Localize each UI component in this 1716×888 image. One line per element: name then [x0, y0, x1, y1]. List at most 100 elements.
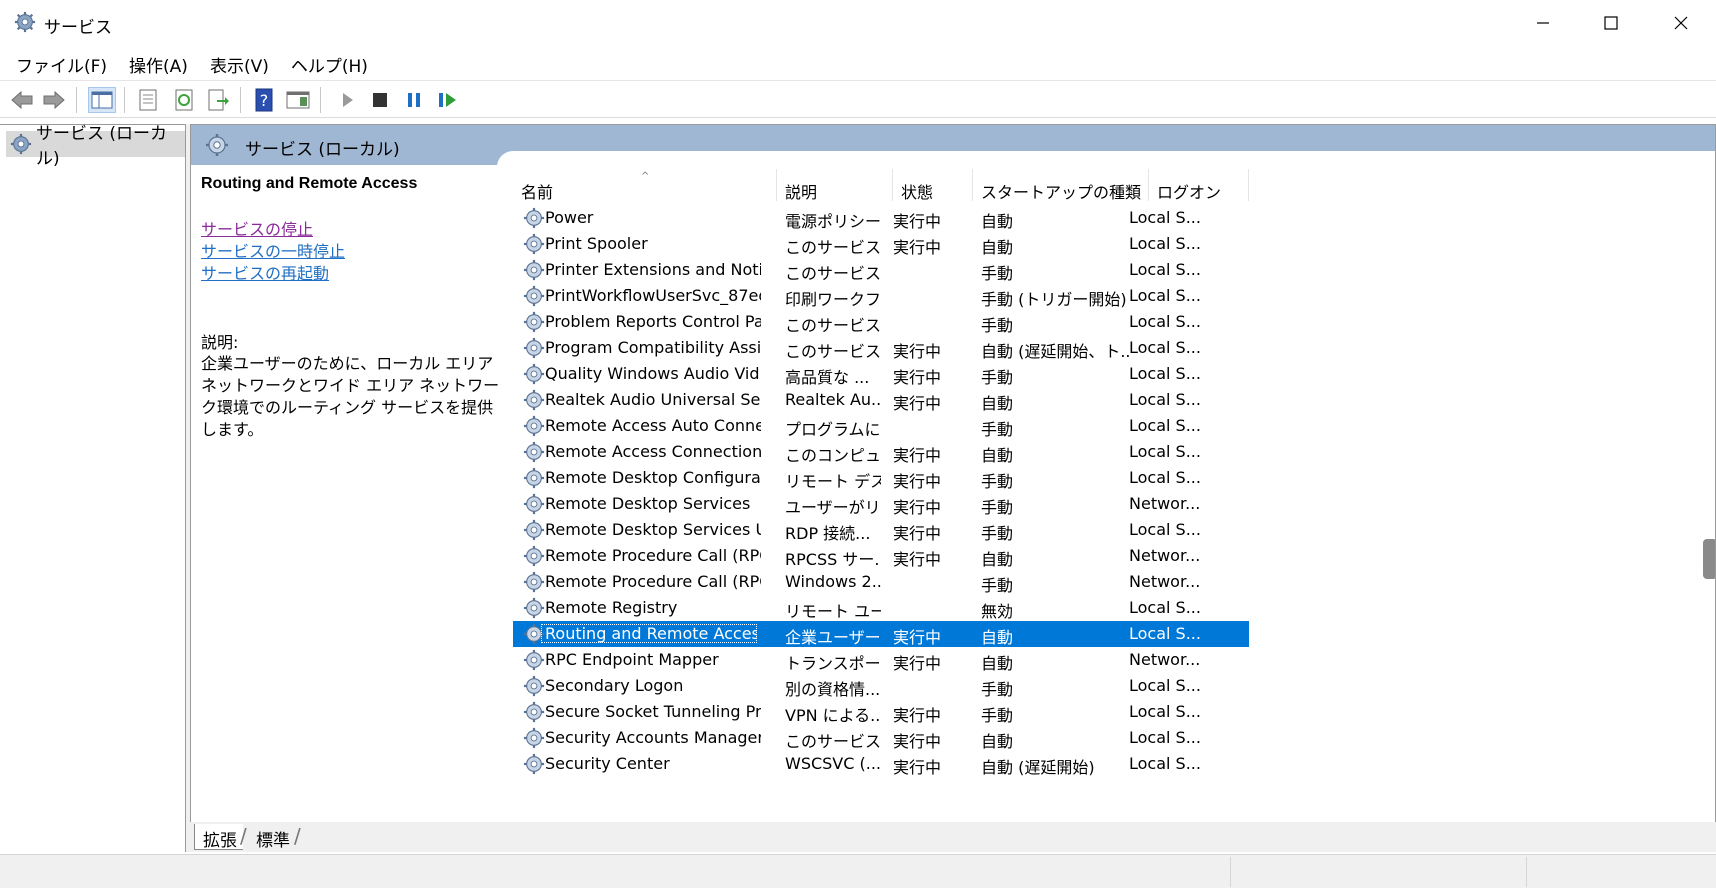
pause-service-button[interactable] [400, 87, 428, 113]
tab-divider: / [294, 824, 301, 848]
gear-icon [523, 441, 545, 463]
cell-name: Remote Access Auto Connec... [545, 416, 761, 435]
title-bar: サービス [0, 0, 1716, 46]
column-header-name[interactable]: ^ 名前 [513, 169, 777, 202]
column-header-logon[interactable]: ログオン [1149, 169, 1249, 202]
table-row[interactable]: Remote Registry リモート ユー... 無効 Local S... [513, 595, 1249, 621]
table-row[interactable]: Realtek Audio Universal Serv... Realtek A… [513, 387, 1249, 413]
cell-startup-type: 自動 [981, 654, 1014, 673]
table-row[interactable]: Remote Desktop Services ユーザーがリ... 実行中 手動 Net… [513, 491, 1249, 517]
column-header-status[interactable]: 状態 [893, 169, 973, 202]
table-row[interactable]: Problem Reports Control Pa... このサービス... 手動… [513, 309, 1249, 335]
cell-name: Secondary Logon [545, 676, 684, 695]
gear-icon [523, 675, 545, 697]
cell-logon: Local S... [1129, 390, 1201, 409]
table-row[interactable]: Secure Socket Tunneling Pro... VPN による...… [513, 699, 1249, 725]
stop-service-button[interactable] [366, 87, 394, 113]
column-header-label: 状態 [901, 183, 934, 202]
pause-icon [408, 93, 420, 107]
menu-file[interactable]: ファイル(F) [0, 48, 119, 78]
start-service-button[interactable] [334, 87, 362, 113]
cell-logon: Local S... [1129, 624, 1201, 643]
pane-header-curve [497, 151, 1715, 167]
cell-status: 実行中 [893, 706, 942, 725]
tab-standard[interactable]: 標準 [248, 824, 296, 851]
minimize-icon [1537, 22, 1549, 24]
table-row[interactable]: Remote Procedure Call (RPC)... Windows 2.… [513, 569, 1249, 595]
cell-name: Secure Socket Tunneling Pro... [545, 702, 761, 721]
cell-description: このサービス... [785, 732, 881, 751]
console-tree: サービス (ローカル) [0, 124, 186, 852]
refresh-button[interactable] [170, 87, 198, 113]
back-button[interactable] [8, 87, 36, 113]
table-row[interactable]: Remote Desktop Services Us... RDP 接続... 実行… [513, 517, 1249, 543]
gear-icon [523, 415, 545, 437]
cell-startup-type: 手動 [981, 420, 1014, 439]
help-button[interactable]: ? [250, 87, 278, 113]
cell-description: VPN による... [785, 706, 881, 725]
cell-logon: Local S... [1129, 702, 1201, 721]
forward-button[interactable] [40, 87, 68, 113]
export-list-button[interactable] [204, 87, 232, 113]
menu-action[interactable]: 操作(A) [119, 48, 200, 78]
stop-service-link[interactable]: サービスの停止 [201, 219, 491, 241]
menu-view[interactable]: 表示(V) [200, 48, 281, 78]
table-row[interactable]: PrintWorkflowUserSvc_87ed8 印刷ワークフ... 手動 (ト… [513, 283, 1249, 309]
table-row[interactable]: Secondary Logon 別の資格情... 手動 Local S... [513, 673, 1249, 699]
restart-service-link[interactable]: サービスの再起動 [201, 263, 491, 285]
close-button[interactable] [1646, 0, 1716, 46]
table-row[interactable]: Power 電源ポリシー... 実行中 自動 Local S... [513, 205, 1249, 231]
minimize-button[interactable] [1508, 0, 1578, 46]
table-row[interactable]: Program Compatibility Assis... このサービス... 実… [513, 335, 1249, 361]
cell-description: ユーザーがリ... [785, 498, 881, 517]
console-tree-button[interactable] [88, 87, 116, 113]
selected-service-name: Routing and Remote Access [201, 175, 418, 192]
cell-logon: Local S... [1129, 676, 1201, 695]
table-row[interactable]: Print Spooler このサービス... 実行中 自動 Local S... [513, 231, 1249, 257]
cell-name: Program Compatibility Assis... [545, 338, 761, 357]
cell-status: 実行中 [893, 732, 942, 751]
column-header-startup-type[interactable]: スタートアップの種類 [973, 169, 1149, 202]
table-row[interactable]: Remote Access Connection ... このコンピュー... 実行… [513, 439, 1249, 465]
restart-service-button[interactable] [434, 87, 462, 113]
gear-icon [523, 467, 545, 489]
cell-name: Remote Access Connection ... [545, 442, 761, 461]
table-row[interactable]: Remote Access Auto Connec... プログラムに... 手動 L… [513, 413, 1249, 439]
cell-status: 実行中 [893, 394, 942, 413]
column-header-description[interactable]: 説明 [777, 169, 893, 202]
show-action-pane-button[interactable] [284, 87, 312, 113]
pause-service-link[interactable]: サービスの一時停止 [201, 241, 491, 263]
cell-logon: Local S... [1129, 260, 1201, 279]
vertical-scrollbar[interactable] [1699, 169, 1715, 809]
table-row[interactable]: Printer Extensions and Notifi... このサービス..… [513, 257, 1249, 283]
svg-text:?: ? [260, 91, 269, 110]
tree-item-services-local[interactable]: サービス (ローカル) [6, 124, 185, 169]
tab-extended[interactable]: 拡張 [194, 824, 243, 851]
cell-logon: Networ... [1129, 494, 1201, 513]
gear-icon [523, 545, 545, 567]
cell-name: Print Spooler [545, 234, 648, 253]
cell-startup-type: 自動 [981, 550, 1014, 569]
properties-button[interactable] [134, 87, 162, 113]
scrollbar-thumb[interactable] [1703, 539, 1715, 579]
cell-description: このサービス... [785, 238, 881, 257]
gear-icon [523, 597, 545, 619]
table-row-selected[interactable]: Routing and Remote Access 企業ユーザー... 実行中 自動 L… [513, 621, 1249, 647]
table-row[interactable]: Quality Windows Audio Vid... 高品質な ... 実行中 手… [513, 361, 1249, 387]
gear-icon [523, 233, 545, 255]
services-list: ^ 名前 説明 状態 スタートアップの種類 ログオン Power 電源ポリシー..… [513, 169, 1699, 851]
table-row[interactable]: Remote Desktop Configurati... リモート デス... 実… [513, 465, 1249, 491]
menu-help[interactable]: ヘルプ(H) [281, 48, 380, 78]
table-row[interactable]: Security Center WSCSVC (... 実行中 自動 (遅延開始) Lo… [513, 751, 1249, 777]
maximize-button[interactable] [1576, 0, 1646, 46]
cell-startup-type: 手動 (トリガー開始) [981, 290, 1127, 309]
table-row[interactable]: Remote Procedure Call (RPC) RPCSS サー... 実行… [513, 543, 1249, 569]
description-label: 説明: [201, 333, 239, 352]
pane-header-title: サービス (ローカル) [245, 140, 400, 160]
table-row[interactable]: Security Accounts Manager このサービス... 実行中 自動 L… [513, 725, 1249, 751]
cell-status: 実行中 [893, 654, 942, 673]
table-row[interactable]: RPC Endpoint Mapper トランスポー... 実行中 自動 Networ.… [513, 647, 1249, 673]
service-detail-panel: Routing and Remote Access サービスの停止 サービスの一… [201, 175, 499, 441]
cell-name: Printer Extensions and Notifi... [545, 260, 761, 279]
cell-logon: Local S... [1129, 728, 1201, 747]
